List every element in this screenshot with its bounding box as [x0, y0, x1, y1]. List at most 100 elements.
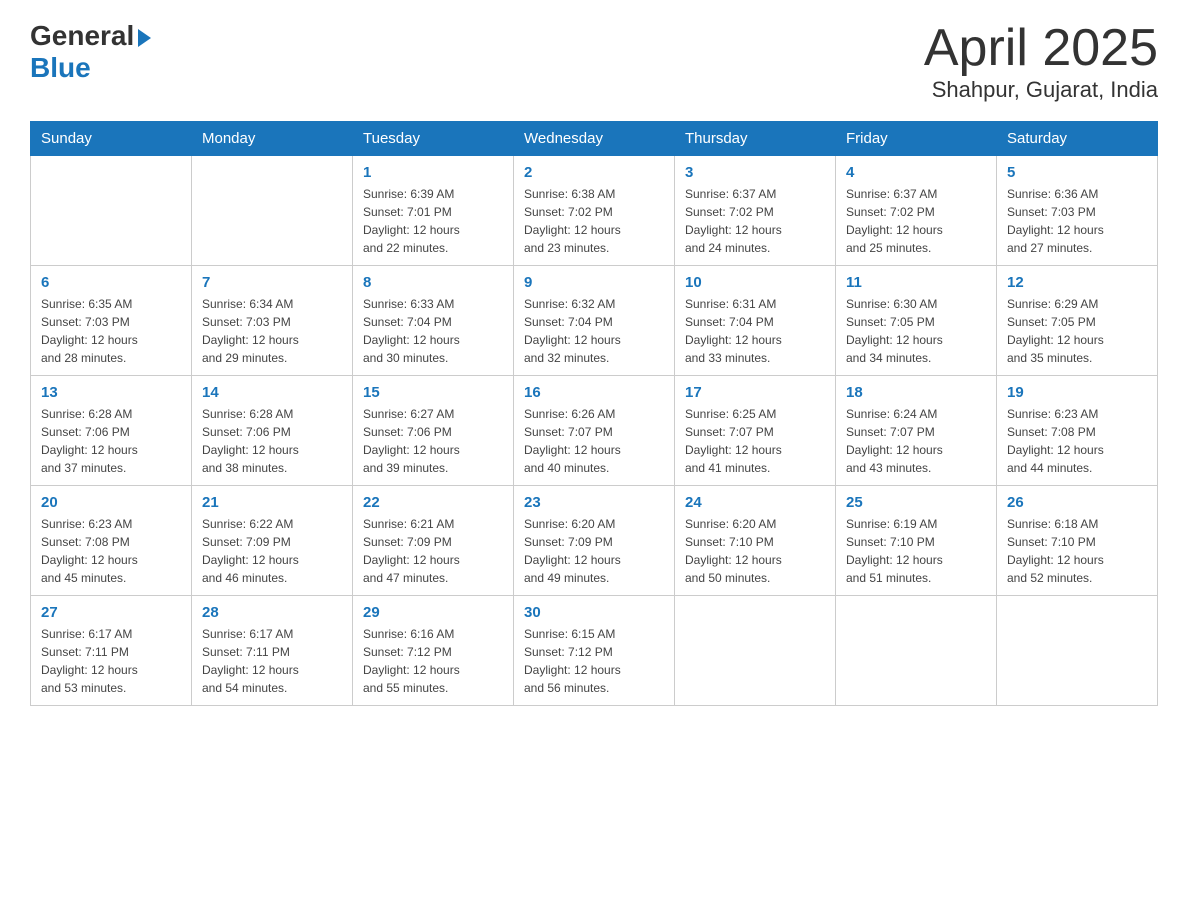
day-number: 8 [363, 274, 503, 291]
calendar-cell[interactable]: 17Sunrise: 6:25 AM Sunset: 7:07 PM Dayli… [675, 376, 836, 486]
day-detail: Sunrise: 6:15 AM Sunset: 7:12 PM Dayligh… [524, 625, 664, 697]
day-header-tuesday: Tuesday [353, 122, 514, 156]
calendar-cell[interactable]: 19 Sunrise: 6:23 AM Sunset: 7:08 PM Dayli… [997, 376, 1158, 486]
day-detail: Sunrise: 6:17 AM Sunset: 7:11 PM Dayligh… [41, 625, 181, 697]
day-detail: Sunrise: 6:20 AM Sunset: 7:09 PM Dayligh… [524, 515, 664, 587]
day-detail: Sunrise: 6:24 AM Sunset: 7:07 PM Dayligh… [846, 405, 986, 477]
day-number: 30 [524, 604, 664, 621]
day-header-friday: Friday [836, 122, 997, 156]
day-detail: Sunrise: 6:30 AM Sunset: 7:05 PM Dayligh… [846, 295, 986, 367]
day-detail: Sunrise: 6:21 AM Sunset: 7:09 PM Dayligh… [363, 515, 503, 587]
calendar-cell[interactable]: 18Sunrise: 6:24 AM Sunset: 7:07 PM Dayli… [836, 376, 997, 486]
day-detail: Sunrise: 6:32 AM Sunset: 7:04 PM Dayligh… [524, 295, 664, 367]
day-detail: Sunrise: 6:28 AM Sunset: 7:06 PM Dayligh… [202, 405, 342, 477]
day-number: 15 [363, 384, 503, 401]
calendar-cell[interactable] [836, 596, 997, 706]
page-header: General Blue April 2025 Shahpur, Gujarat… [30, 20, 1158, 103]
calendar-cell[interactable]: 22Sunrise: 6:21 AM Sunset: 7:09 PM Dayli… [353, 486, 514, 596]
calendar-cell[interactable]: 12 Sunrise: 6:29 AM Sunset: 7:05 PM Dayli… [997, 266, 1158, 376]
calendar-cell[interactable]: 9 Sunrise: 6:32 AM Sunset: 7:04 PM Daylig… [514, 266, 675, 376]
calendar-cell[interactable] [675, 596, 836, 706]
calendar-cell[interactable]: 8 Sunrise: 6:33 AM Sunset: 7:04 PM Daylig… [353, 266, 514, 376]
day-number: 11 [846, 274, 986, 291]
day-detail: Sunrise: 6:31 AM Sunset: 7:04 PM Dayligh… [685, 295, 825, 367]
calendar-cell[interactable]: 16 Sunrise: 6:26 AM Sunset: 7:07 PM Dayli… [514, 376, 675, 486]
calendar-cell[interactable]: 20 Sunrise: 6:23 AM Sunset: 7:08 PM Dayli… [31, 486, 192, 596]
day-header-sunday: Sunday [31, 122, 192, 156]
day-detail: Sunrise: 6:28 AM Sunset: 7:06 PM Dayligh… [41, 405, 181, 477]
week-row-3: 13 Sunrise: 6:28 AM Sunset: 7:06 PM Dayli… [31, 376, 1158, 486]
week-row-1: 1Sunrise: 6:39 AM Sunset: 7:01 PM Daylig… [31, 156, 1158, 266]
day-detail: Sunrise: 6:27 AM Sunset: 7:06 PM Dayligh… [363, 405, 503, 477]
calendar-cell[interactable]: 3Sunrise: 6:37 AM Sunset: 7:02 PM Daylig… [675, 156, 836, 266]
day-header-monday: Monday [192, 122, 353, 156]
day-detail: Sunrise: 6:39 AM Sunset: 7:01 PM Dayligh… [363, 185, 503, 257]
calendar-cell[interactable]: 7 Sunrise: 6:34 AM Sunset: 7:03 PM Daylig… [192, 266, 353, 376]
day-detail: Sunrise: 6:36 AM Sunset: 7:03 PM Dayligh… [1007, 185, 1147, 257]
day-number: 13 [41, 384, 181, 401]
day-number: 29 [363, 604, 503, 621]
day-number: 9 [524, 274, 664, 291]
calendar-cell[interactable]: 13 Sunrise: 6:28 AM Sunset: 7:06 PM Dayli… [31, 376, 192, 486]
calendar-cell[interactable]: 11 Sunrise: 6:30 AM Sunset: 7:05 PM Dayli… [836, 266, 997, 376]
calendar-cell[interactable]: 27 Sunrise: 6:17 AM Sunset: 7:11 PM Dayli… [31, 596, 192, 706]
day-number: 12 [1007, 274, 1147, 291]
calendar-cell[interactable]: 1Sunrise: 6:39 AM Sunset: 7:01 PM Daylig… [353, 156, 514, 266]
day-detail: Sunrise: 6:25 AM Sunset: 7:07 PM Dayligh… [685, 405, 825, 477]
calendar-cell[interactable]: 26Sunrise: 6:18 AM Sunset: 7:10 PM Dayli… [997, 486, 1158, 596]
day-number: 21 [202, 494, 342, 511]
calendar-cell[interactable]: 4Sunrise: 6:37 AM Sunset: 7:02 PM Daylig… [836, 156, 997, 266]
day-detail: Sunrise: 6:23 AM Sunset: 7:08 PM Dayligh… [1007, 405, 1147, 477]
day-detail: Sunrise: 6:23 AM Sunset: 7:08 PM Dayligh… [41, 515, 181, 587]
day-number: 20 [41, 494, 181, 511]
calendar-body: 1Sunrise: 6:39 AM Sunset: 7:01 PM Daylig… [31, 156, 1158, 706]
day-header-thursday: Thursday [675, 122, 836, 156]
calendar-header: SundayMondayTuesdayWednesdayThursdayFrid… [31, 122, 1158, 156]
calendar-cell[interactable]: 30 Sunrise: 6:15 AM Sunset: 7:12 PM Dayli… [514, 596, 675, 706]
days-of-week-row: SundayMondayTuesdayWednesdayThursdayFrid… [31, 122, 1158, 156]
day-detail: Sunrise: 6:37 AM Sunset: 7:02 PM Dayligh… [846, 185, 986, 257]
calendar-cell[interactable]: 10 Sunrise: 6:31 AM Sunset: 7:04 PM Dayli… [675, 266, 836, 376]
day-number: 27 [41, 604, 181, 621]
week-row-4: 20 Sunrise: 6:23 AM Sunset: 7:08 PM Dayli… [31, 486, 1158, 596]
calendar-cell[interactable]: 5 Sunrise: 6:36 AM Sunset: 7:03 PM Daylig… [997, 156, 1158, 266]
day-number: 16 [524, 384, 664, 401]
calendar-cell[interactable]: 25 Sunrise: 6:19 AM Sunset: 7:10 PM Dayli… [836, 486, 997, 596]
calendar-cell[interactable]: 14Sunrise: 6:28 AM Sunset: 7:06 PM Dayli… [192, 376, 353, 486]
day-detail: Sunrise: 6:34 AM Sunset: 7:03 PM Dayligh… [202, 295, 342, 367]
day-number: 6 [41, 274, 181, 291]
day-detail: Sunrise: 6:29 AM Sunset: 7:05 PM Dayligh… [1007, 295, 1147, 367]
day-number: 7 [202, 274, 342, 291]
calendar-cell[interactable]: 2Sunrise: 6:38 AM Sunset: 7:02 PM Daylig… [514, 156, 675, 266]
day-detail: Sunrise: 6:19 AM Sunset: 7:10 PM Dayligh… [846, 515, 986, 587]
calendar-cell[interactable]: 21 Sunrise: 6:22 AM Sunset: 7:09 PM Dayli… [192, 486, 353, 596]
calendar-cell[interactable]: 15 Sunrise: 6:27 AM Sunset: 7:06 PM Dayli… [353, 376, 514, 486]
calendar-table: SundayMondayTuesdayWednesdayThursdayFrid… [30, 121, 1158, 706]
calendar-cell[interactable] [31, 156, 192, 266]
day-number: 10 [685, 274, 825, 291]
calendar-cell[interactable]: 6 Sunrise: 6:35 AM Sunset: 7:03 PM Daylig… [31, 266, 192, 376]
day-number: 5 [1007, 164, 1147, 181]
calendar-cell[interactable]: 24Sunrise: 6:20 AM Sunset: 7:10 PM Dayli… [675, 486, 836, 596]
day-number: 19 [1007, 384, 1147, 401]
day-detail: Sunrise: 6:35 AM Sunset: 7:03 PM Dayligh… [41, 295, 181, 367]
logo-general: General [30, 20, 151, 52]
day-detail: Sunrise: 6:26 AM Sunset: 7:07 PM Dayligh… [524, 405, 664, 477]
calendar-subtitle: Shahpur, Gujarat, India [924, 77, 1158, 103]
day-detail: Sunrise: 6:33 AM Sunset: 7:04 PM Dayligh… [363, 295, 503, 367]
day-number: 28 [202, 604, 342, 621]
calendar-cell[interactable]: 28 Sunrise: 6:17 AM Sunset: 7:11 PM Dayli… [192, 596, 353, 706]
calendar-cell[interactable] [192, 156, 353, 266]
logo: General Blue [30, 20, 151, 84]
day-detail: Sunrise: 6:22 AM Sunset: 7:09 PM Dayligh… [202, 515, 342, 587]
calendar-cell[interactable]: 29Sunrise: 6:16 AM Sunset: 7:12 PM Dayli… [353, 596, 514, 706]
day-detail: Sunrise: 6:38 AM Sunset: 7:02 PM Dayligh… [524, 185, 664, 257]
calendar-cell[interactable] [997, 596, 1158, 706]
day-number: 25 [846, 494, 986, 511]
calendar-title: April 2025 [924, 20, 1158, 77]
day-detail: Sunrise: 6:17 AM Sunset: 7:11 PM Dayligh… [202, 625, 342, 697]
title-block: April 2025 Shahpur, Gujarat, India [924, 20, 1158, 103]
calendar-cell[interactable]: 23Sunrise: 6:20 AM Sunset: 7:09 PM Dayli… [514, 486, 675, 596]
day-detail: Sunrise: 6:37 AM Sunset: 7:02 PM Dayligh… [685, 185, 825, 257]
week-row-5: 27 Sunrise: 6:17 AM Sunset: 7:11 PM Dayli… [31, 596, 1158, 706]
